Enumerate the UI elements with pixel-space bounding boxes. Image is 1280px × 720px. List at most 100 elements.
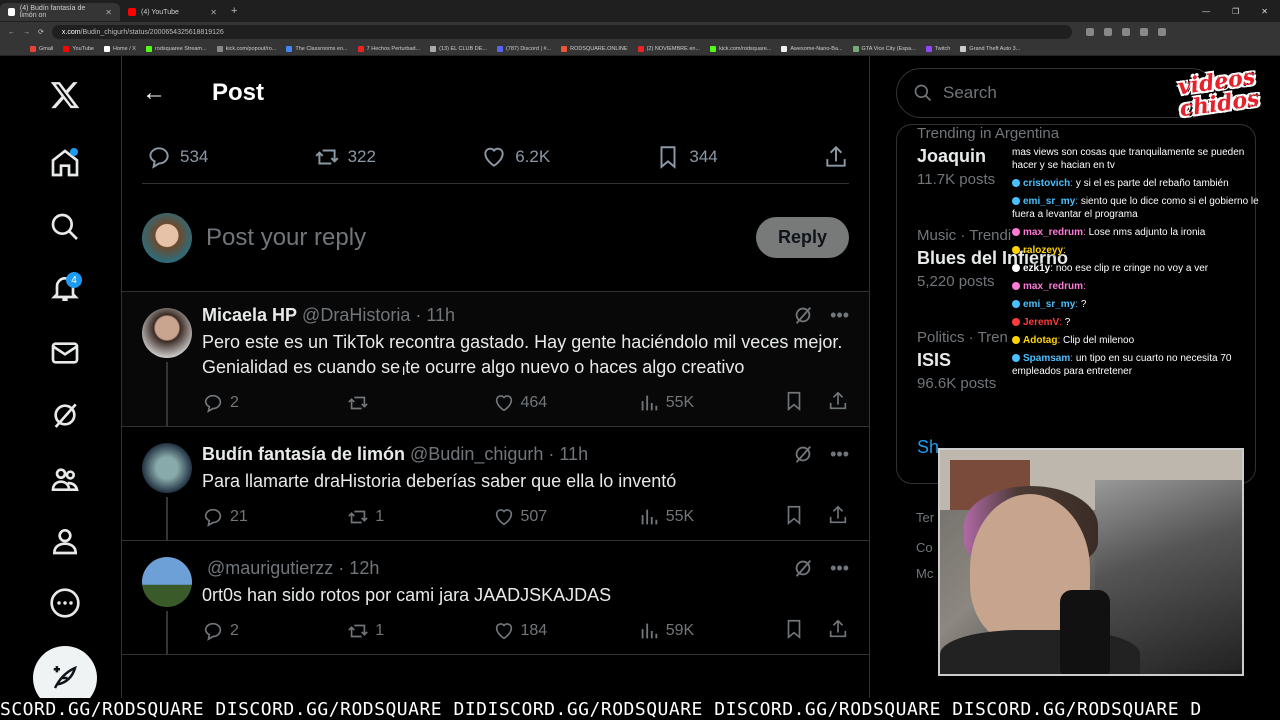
- share-button[interactable]: [827, 504, 849, 531]
- author-handle[interactable]: @DraHistoria: [302, 305, 410, 326]
- extension-icon[interactable]: [1121, 28, 1130, 36]
- repost-button[interactable]: 1: [347, 620, 492, 642]
- profile-icon[interactable]: [1157, 28, 1166, 36]
- bookmark-item[interactable]: GTA Vice City (Espa...: [852, 45, 916, 52]
- footer-link[interactable]: Ter: [916, 510, 934, 525]
- bookmark-count-button[interactable]: 344: [655, 144, 718, 170]
- like-count-button[interactable]: 6.2K: [481, 144, 550, 170]
- avatar[interactable]: [142, 308, 192, 358]
- author-handle[interactable]: @maurigutierzz: [207, 558, 333, 579]
- back-arrow-icon[interactable]: ←: [142, 79, 182, 107]
- reply-button[interactable]: 21: [202, 506, 347, 528]
- browser-tab[interactable]: (4) YouTube ✕: [120, 3, 225, 21]
- bookmark-item[interactable]: Gmail: [30, 45, 53, 52]
- more-dots-icon[interactable]: •••: [830, 305, 849, 326]
- share-button[interactable]: [823, 144, 849, 170]
- post-time[interactable]: · 11h: [415, 305, 455, 326]
- x-logo-icon[interactable]: [46, 76, 84, 114]
- grok-icon[interactable]: [792, 443, 814, 465]
- bookmark-item[interactable]: kick.com/popout/ro...: [216, 45, 276, 52]
- url-path: /Budin_chigurh/status/200065432561881912…: [80, 28, 224, 36]
- extension-icon[interactable]: [1085, 28, 1094, 36]
- like-button[interactable]: 464: [493, 392, 638, 414]
- home-icon[interactable]: [46, 144, 84, 182]
- new-tab-button[interactable]: +: [231, 5, 237, 17]
- reply-button[interactable]: 2: [202, 620, 347, 642]
- repost-button[interactable]: [347, 392, 492, 414]
- close-tab-icon[interactable]: ✕: [210, 8, 217, 17]
- bookmark-item[interactable]: Grand Theft Auto 3...: [960, 45, 1020, 52]
- post-time[interactable]: · 12h: [338, 558, 379, 579]
- more-circle-icon[interactable]: [46, 584, 84, 622]
- share-button[interactable]: [827, 618, 849, 645]
- notifications-bell-icon[interactable]: 4: [46, 270, 84, 308]
- extension-icon[interactable]: [1139, 28, 1148, 36]
- grok-icon[interactable]: [46, 396, 84, 434]
- reply-text: 0rt0s han sido rotos por cami jara JAADJ…: [202, 585, 612, 605]
- extension-icon[interactable]: [1103, 28, 1112, 36]
- messages-envelope-icon[interactable]: [46, 334, 84, 372]
- bookmark-favicon-icon: [561, 45, 568, 52]
- author-name[interactable]: Micaela HP: [202, 305, 297, 326]
- bookmark-item[interactable]: (2) NOVIEMBRE en...: [637, 45, 700, 52]
- search-placeholder: Search: [943, 83, 997, 102]
- bookmark-item[interactable]: Twitch: [925, 45, 950, 52]
- footer-link[interactable]: Co: [916, 540, 933, 555]
- like-button[interactable]: 507: [493, 506, 638, 528]
- forward-nav-icon[interactable]: →: [23, 29, 30, 36]
- bookmark-item[interactable]: RODSQUARE.ONLINE: [561, 45, 628, 52]
- url-field[interactable]: x.com/Budin_chigurh/status/2000654325618…: [51, 25, 1072, 39]
- trend-context: Politics · Tren: [917, 329, 1008, 346]
- minimize-icon[interactable]: —: [1202, 7, 1210, 16]
- bookmark-item[interactable]: The Classrooms en...: [286, 45, 348, 52]
- reply-button[interactable]: Reply: [755, 217, 849, 258]
- bookmark-button[interactable]: [783, 618, 805, 645]
- maximize-icon[interactable]: ❐: [1232, 7, 1239, 16]
- like-button[interactable]: 184: [493, 620, 638, 642]
- bookmark-item[interactable]: 7 Hechos Perturbad...: [357, 45, 420, 52]
- profile-icon[interactable]: [46, 522, 84, 560]
- reply-post[interactable]: Micaela HP @DraHistoria · 11h ••• Pero este …: [122, 292, 869, 427]
- bookmark-item[interactable]: Awesome-Nano-Ba...: [781, 45, 843, 52]
- reload-icon[interactable]: ⟳: [38, 28, 44, 36]
- communities-icon[interactable]: [46, 460, 84, 498]
- reply-post[interactable]: @maurigutierzz · 12h ••• 0rt0s han sido rot…: [122, 541, 869, 655]
- bookmark-button[interactable]: [783, 390, 805, 417]
- back-nav-icon[interactable]: ←: [8, 29, 15, 36]
- share-button[interactable]: [827, 390, 849, 417]
- trend-item[interactable]: Politics · Tren ISIS 96.6K posts: [917, 329, 1008, 392]
- avatar[interactable]: [142, 557, 192, 607]
- bookmark-item[interactable]: (787) Discord | #...: [496, 45, 551, 52]
- author-handle[interactable]: @Budin_chigurh: [410, 444, 543, 465]
- grok-icon[interactable]: [792, 557, 814, 579]
- reply-count-button[interactable]: 534: [146, 144, 208, 170]
- bookmark-item[interactable]: rodsquaree Stream...: [145, 45, 207, 52]
- close-tab-icon[interactable]: ✕: [105, 8, 112, 17]
- repost-count-button[interactable]: 322: [314, 144, 376, 170]
- show-more-link[interactable]: Sh: [917, 437, 939, 458]
- more-dots-icon[interactable]: •••: [830, 444, 849, 465]
- explore-search-icon[interactable]: [46, 208, 84, 246]
- bookmark-button[interactable]: [783, 504, 805, 531]
- post-time[interactable]: · 11h: [548, 444, 588, 465]
- bookmark-item[interactable]: kick.com/rodsquare...: [710, 45, 771, 52]
- reply-post[interactable]: Budín fantasía de limón @Budin_chigurh · 1…: [122, 427, 869, 541]
- browser-tab[interactable]: (4) Budín fantasía de limón on ✕: [0, 3, 120, 21]
- footer-link[interactable]: Mc: [916, 566, 933, 581]
- avatar[interactable]: [142, 443, 192, 493]
- reply-button[interactable]: 2: [202, 392, 347, 414]
- views-button[interactable]: 55K: [638, 392, 783, 414]
- reply-bubble-icon: [204, 508, 222, 527]
- bookmark-item[interactable]: Home / X: [104, 45, 136, 52]
- views-button[interactable]: 55K: [638, 506, 783, 528]
- grok-icon[interactable]: [792, 304, 814, 326]
- bookmark-item[interactable]: (13) EL CLUB DE...: [430, 45, 487, 52]
- bookmark-item[interactable]: YouTube: [63, 45, 94, 52]
- author-name[interactable]: Budín fantasía de limón: [202, 444, 405, 465]
- views-button[interactable]: 59K: [638, 620, 783, 642]
- reply-input[interactable]: Post your reply: [206, 224, 756, 252]
- close-window-icon[interactable]: ✕: [1261, 7, 1268, 16]
- bookmark-favicon-icon: [925, 45, 932, 52]
- repost-button[interactable]: 1: [347, 506, 492, 528]
- more-dots-icon[interactable]: •••: [830, 558, 849, 579]
